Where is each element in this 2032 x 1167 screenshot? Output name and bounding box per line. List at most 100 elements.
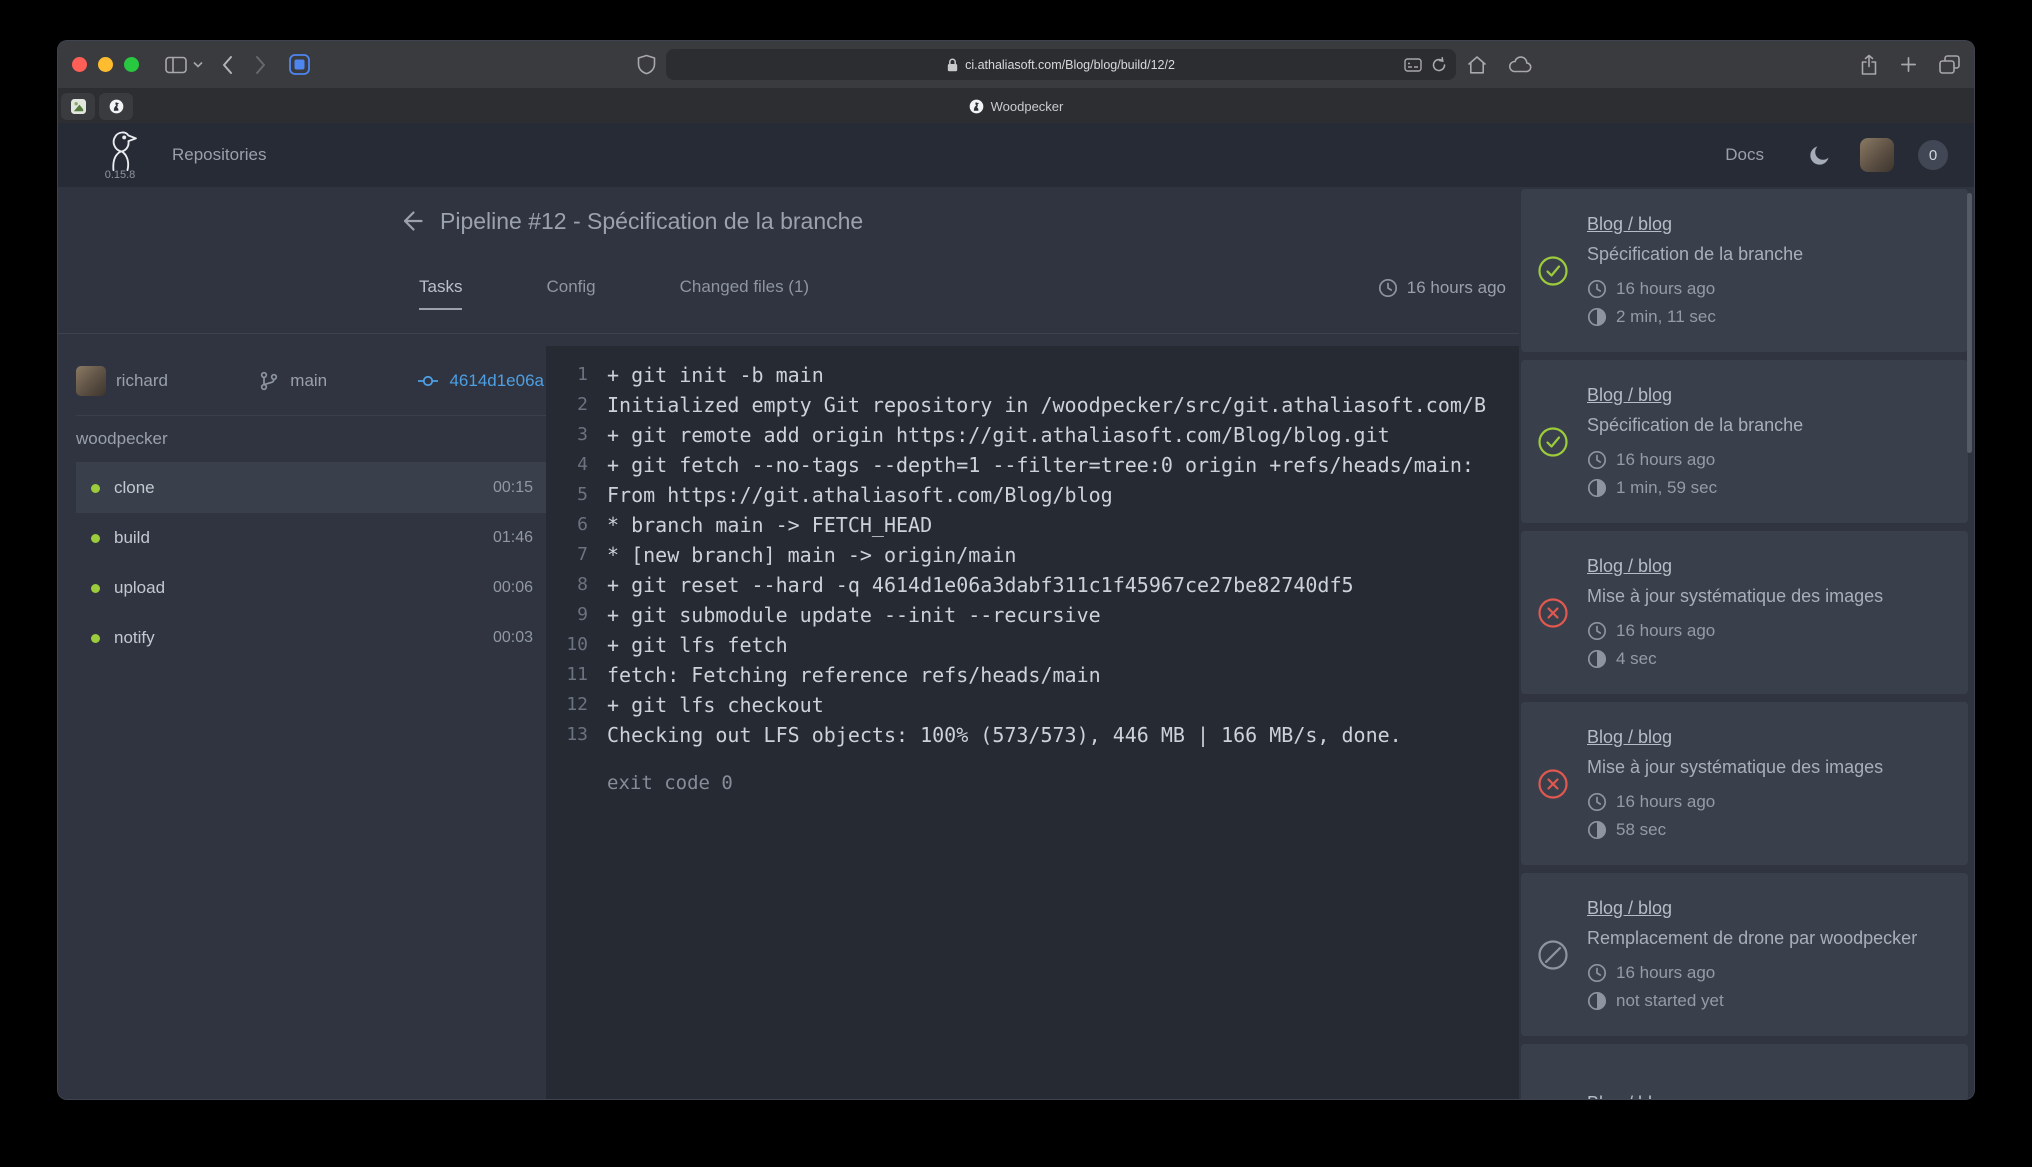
active-tab[interactable]: Woodpecker bbox=[969, 99, 1064, 114]
pipeline-duration-text: 2 min, 11 sec bbox=[1616, 307, 1716, 327]
minimize-window-button[interactable] bbox=[98, 57, 113, 72]
pipeline-message: Remplacement de drone par woodpecker bbox=[1587, 928, 1917, 949]
card-body: Blog / blog Mise à jour systématique des… bbox=[1587, 556, 1883, 669]
pipeline-card[interactable]: Blog / blog Remplacement de drone par wo… bbox=[1521, 873, 1968, 1036]
zoom-window-button[interactable] bbox=[124, 57, 139, 72]
pinned-tab-1[interactable] bbox=[61, 93, 95, 120]
console-line: 6* branch main -> FETCH_HEAD bbox=[560, 510, 1519, 540]
website-preferences-icon[interactable] bbox=[1404, 58, 1422, 72]
share-icon[interactable] bbox=[1860, 54, 1878, 76]
console-line: 9+ git submodule update --init --recursi… bbox=[560, 600, 1519, 630]
branch-name: main bbox=[290, 371, 327, 391]
lock-icon bbox=[947, 58, 958, 72]
privacy-shield-icon[interactable] bbox=[637, 54, 656, 75]
step-name: build bbox=[114, 528, 150, 548]
pipeline-message: Mise à jour systématique des images bbox=[1587, 586, 1883, 607]
clock-icon bbox=[1378, 278, 1398, 298]
close-window-button[interactable] bbox=[72, 57, 87, 72]
step-upload[interactable]: upload 00:06 bbox=[76, 563, 546, 613]
repo-link[interactable]: Blog / blog bbox=[1587, 727, 1672, 748]
pipeline-card[interactable]: Blog / blog Remplacement de drone par wo… bbox=[1521, 1044, 1968, 1099]
chevron-down-icon[interactable] bbox=[193, 61, 203, 68]
notification-badge[interactable]: 0 bbox=[1918, 140, 1948, 170]
step-clone[interactable]: clone 00:15 bbox=[76, 463, 546, 513]
pinned-tab-2[interactable] bbox=[99, 93, 133, 120]
step-status-dot bbox=[91, 584, 100, 593]
app-body: Pipeline #12 - Spécification de la branc… bbox=[58, 187, 1974, 1099]
console-line: 3+ git remote add origin https://git.ath… bbox=[560, 420, 1519, 450]
duration-icon bbox=[1587, 307, 1607, 327]
pipeline-card[interactable]: Blog / blog Spécification de la branche … bbox=[1521, 360, 1968, 523]
address-bar[interactable]: ci.athaliasoft.com/Blog/blog/build/12/2 bbox=[666, 49, 1456, 80]
tab-overview-icon[interactable] bbox=[1939, 55, 1960, 74]
sidebar-scrollbar[interactable] bbox=[1967, 193, 1972, 453]
console-line: 13Checking out LFS objects: 100% (573/57… bbox=[560, 720, 1519, 750]
line-number: 9 bbox=[560, 600, 588, 630]
docs-link[interactable]: Docs bbox=[1725, 145, 1764, 165]
status-failure-icon bbox=[1537, 768, 1569, 800]
home-icon[interactable] bbox=[1466, 55, 1488, 75]
repo-link[interactable]: Blog / blog bbox=[1587, 556, 1672, 577]
repo-link[interactable]: Blog / blog bbox=[1587, 898, 1672, 919]
step-duration: 01:46 bbox=[493, 529, 533, 547]
line-number: 13 bbox=[560, 720, 588, 750]
icloud-tabs-icon[interactable] bbox=[1508, 56, 1533, 73]
git-branch-icon bbox=[258, 370, 280, 392]
pipeline-duration-text: 1 min, 59 sec bbox=[1616, 478, 1717, 498]
tab-tasks[interactable]: Tasks bbox=[419, 277, 462, 310]
step-duration: 00:06 bbox=[493, 579, 533, 597]
sidebar-toggle-icon[interactable] bbox=[165, 56, 187, 74]
user-avatar[interactable] bbox=[1860, 138, 1894, 172]
clock-icon bbox=[1587, 279, 1607, 299]
tab-bar: Woodpecker bbox=[58, 89, 1974, 123]
forward-button[interactable] bbox=[255, 55, 267, 75]
page-title: Pipeline #12 - Spécification de la branc… bbox=[440, 208, 863, 235]
woodpecker-app: 0.15.8 Repositories Docs 0 Pipeline #12 … bbox=[58, 123, 1974, 1099]
pipeline-card[interactable]: Blog / blog Mise à jour systématique des… bbox=[1521, 702, 1968, 865]
console-line: 2Initialized empty Git repository in /wo… bbox=[560, 390, 1519, 420]
branch: main bbox=[258, 370, 327, 392]
app-version: 0.15.8 bbox=[105, 169, 136, 181]
dark-mode-toggle-moon-icon[interactable] bbox=[1808, 143, 1832, 167]
console-line: 7* [new branch] main -> origin/main bbox=[560, 540, 1519, 570]
new-tab-icon[interactable] bbox=[1900, 56, 1917, 73]
tab-config[interactable]: Config bbox=[546, 277, 595, 308]
pipeline-message: Spécification de la branche bbox=[1587, 244, 1803, 265]
woodpecker-logo[interactable]: 0.15.8 bbox=[92, 129, 148, 181]
card-body: Blog / blog Mise à jour systématique des… bbox=[1587, 727, 1883, 840]
extension-icon[interactable] bbox=[289, 54, 310, 75]
nav-repositories[interactable]: Repositories bbox=[172, 145, 267, 165]
browser-toolbar: ci.athaliasoft.com/Blog/blog/build/12/2 bbox=[58, 41, 1974, 89]
line-number: 4 bbox=[560, 450, 588, 480]
clock-icon bbox=[1587, 450, 1607, 470]
repo-link[interactable]: Blog / blog bbox=[1587, 214, 1672, 235]
line-text: * branch main -> FETCH_HEAD bbox=[607, 510, 932, 540]
commit[interactable]: 4614d1e06a bbox=[417, 370, 544, 392]
commit-hash-link[interactable]: 4614d1e06a bbox=[449, 371, 544, 391]
tab-favicon-woodpecker-icon bbox=[969, 99, 984, 114]
repo-link[interactable]: Blog / blog bbox=[1587, 1093, 1672, 1099]
back-button[interactable] bbox=[221, 55, 233, 75]
line-text: Initialized empty Git repository in /woo… bbox=[607, 390, 1486, 420]
author-avatar bbox=[76, 366, 106, 396]
step-notify[interactable]: notify 00:03 bbox=[76, 613, 546, 663]
back-arrow-icon[interactable] bbox=[398, 207, 426, 235]
duration-icon bbox=[1587, 820, 1607, 840]
repo-link[interactable]: Blog / blog bbox=[1587, 385, 1672, 406]
reload-icon[interactable] bbox=[1431, 57, 1447, 73]
clock-icon bbox=[1587, 792, 1607, 812]
step-name: upload bbox=[114, 578, 165, 598]
console-output: 1+ git init -b main 2Initialized empty G… bbox=[546, 346, 1519, 1099]
step-build[interactable]: build 01:46 bbox=[76, 513, 546, 563]
line-number: 7 bbox=[560, 540, 588, 570]
step-status-dot bbox=[91, 634, 100, 643]
pipeline-message: Mise à jour systématique des images bbox=[1587, 757, 1883, 778]
pipeline-card[interactable]: Blog / blog Spécification de la branche … bbox=[1521, 189, 1968, 352]
line-text: + git fetch --no-tags --depth=1 --filter… bbox=[607, 450, 1474, 480]
pipeline-tabs: Tasks Config Changed files (1) 16 hours … bbox=[419, 277, 1506, 310]
line-number: 10 bbox=[560, 630, 588, 660]
pipeline-card[interactable]: Blog / blog Mise à jour systématique des… bbox=[1521, 531, 1968, 694]
exit-code: exit code 0 bbox=[607, 768, 1519, 798]
tab-changed-files[interactable]: Changed files (1) bbox=[680, 277, 809, 308]
line-text: + git init -b main bbox=[607, 360, 824, 390]
